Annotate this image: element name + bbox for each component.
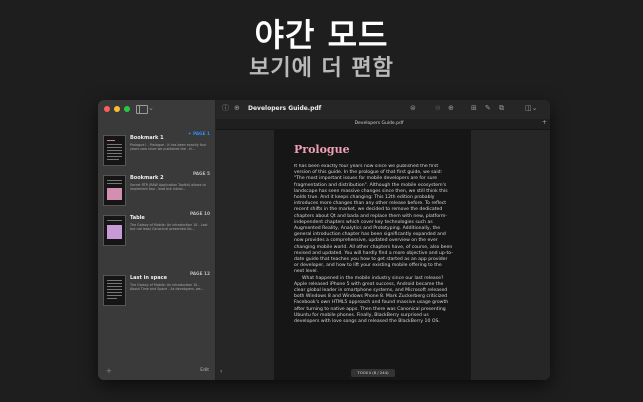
bookmark-description: Prologue I - Prologue - It has been exac… [130, 143, 207, 152]
page-thumbnail [103, 175, 126, 206]
zoom-window-button[interactable] [124, 106, 130, 112]
page-thumbnail [103, 215, 126, 246]
zoom-in-icon[interactable]: ⊕ [448, 104, 454, 113]
pdf-page[interactable]: Prologue It has been exactly four years … [274, 130, 471, 380]
bookmark-item[interactable]: Table PAGE 10 The Galaxy of Mobile: An i… [103, 212, 213, 251]
tab-bar: Developers Guide.pdf + [216, 119, 550, 130]
bookmark-description: The Galaxy of Mobile: An introduction 10… [130, 283, 204, 292]
bookmark-item[interactable]: Bookmark 1 ✦ PAGE 1 Prologue I - Prologu… [103, 132, 213, 171]
page-thumbnail [103, 275, 126, 306]
new-tab-button[interactable]: + [541, 119, 548, 128]
paragraph-2: What happened in the mobile industry sin… [294, 275, 449, 325]
app-window: ⌄ Bookmark 1 ✦ PAGE 1 Prologue I - Prolo… [98, 100, 550, 380]
chevron-down-icon: ⌄ [148, 104, 154, 112]
bookmark-description: The Galaxy of Mobile: An introduction 10… [130, 223, 208, 232]
page-heading: Prologue [294, 143, 350, 156]
bookmark-page: PAGE 5 [192, 172, 210, 177]
chevron-left-icon[interactable]: ‹ [220, 368, 222, 375]
edit-button[interactable]: Edit [200, 368, 209, 373]
document-title: Developers Guide.pdf [248, 105, 322, 112]
zoom-out-icon[interactable]: ⊖ [435, 104, 441, 113]
toolbar: ⓘ ⊕ Developers Guide.pdf ⊜ ⊖ ⊕ ⊞ ✎ ⧉ ◫⌄ [216, 100, 550, 118]
grid-icon[interactable]: ⊞ [471, 104, 477, 113]
bookmark-title: Last in space [130, 275, 167, 281]
sidebar-icon [136, 105, 148, 114]
bookmark-page: ✦ PAGE 1 [187, 132, 210, 137]
tab-document[interactable]: Developers Guide.pdf [216, 121, 542, 126]
add-bookmark-button[interactable]: + [106, 367, 112, 375]
bookmark-description: Secret RTR (RAW Application Toolkit) all… [130, 183, 206, 192]
bookmark-title: Bookmark 2 [130, 175, 164, 181]
bookmark-title: Table [130, 215, 145, 221]
bookmark-item[interactable]: Last in space PAGE 12 The Galaxy of Mobi… [103, 272, 213, 311]
sidebar-toggle-button[interactable]: ⌄ [136, 104, 154, 114]
bookmarks-sidebar: ⌄ Bookmark 1 ✦ PAGE 1 Prologue I - Prolo… [98, 100, 216, 380]
bookmark-title: Bookmark 1 [130, 135, 164, 141]
window-controls [104, 106, 130, 112]
headline-subtitle: 보기에 더 편함 [249, 56, 394, 81]
sidebar-footer: + Edit [98, 364, 215, 380]
minimize-window-button[interactable] [114, 106, 120, 112]
sidebar-right-icon[interactable]: ◫⌄ [525, 104, 537, 113]
page-indicator: TOC6 ii (8 / 244) [351, 369, 395, 377]
close-window-button[interactable] [104, 106, 110, 112]
download-icon[interactable]: ⊕ [234, 104, 240, 113]
annotate-icon[interactable]: ✎ [485, 104, 491, 113]
bookmark-page: PAGE 12 [189, 272, 210, 277]
paragraph-1: It has been exactly four years now since… [294, 164, 453, 275]
page-body-text: It has been exactly four years now since… [294, 164, 453, 372]
page-thumbnail [103, 135, 126, 166]
bookmark-item[interactable]: Bookmark 2 PAGE 5 Secret RTR (RAW Applic… [103, 172, 213, 211]
bookmark-page: PAGE 10 [189, 212, 210, 217]
translate-icon[interactable]: ⊜ [410, 104, 416, 113]
info-icon[interactable]: ⓘ [222, 104, 229, 113]
document-area: ⓘ ⊕ Developers Guide.pdf ⊜ ⊖ ⊕ ⊞ ✎ ⧉ ◫⌄ … [216, 100, 550, 380]
share-icon[interactable]: ⧉ [499, 104, 504, 113]
